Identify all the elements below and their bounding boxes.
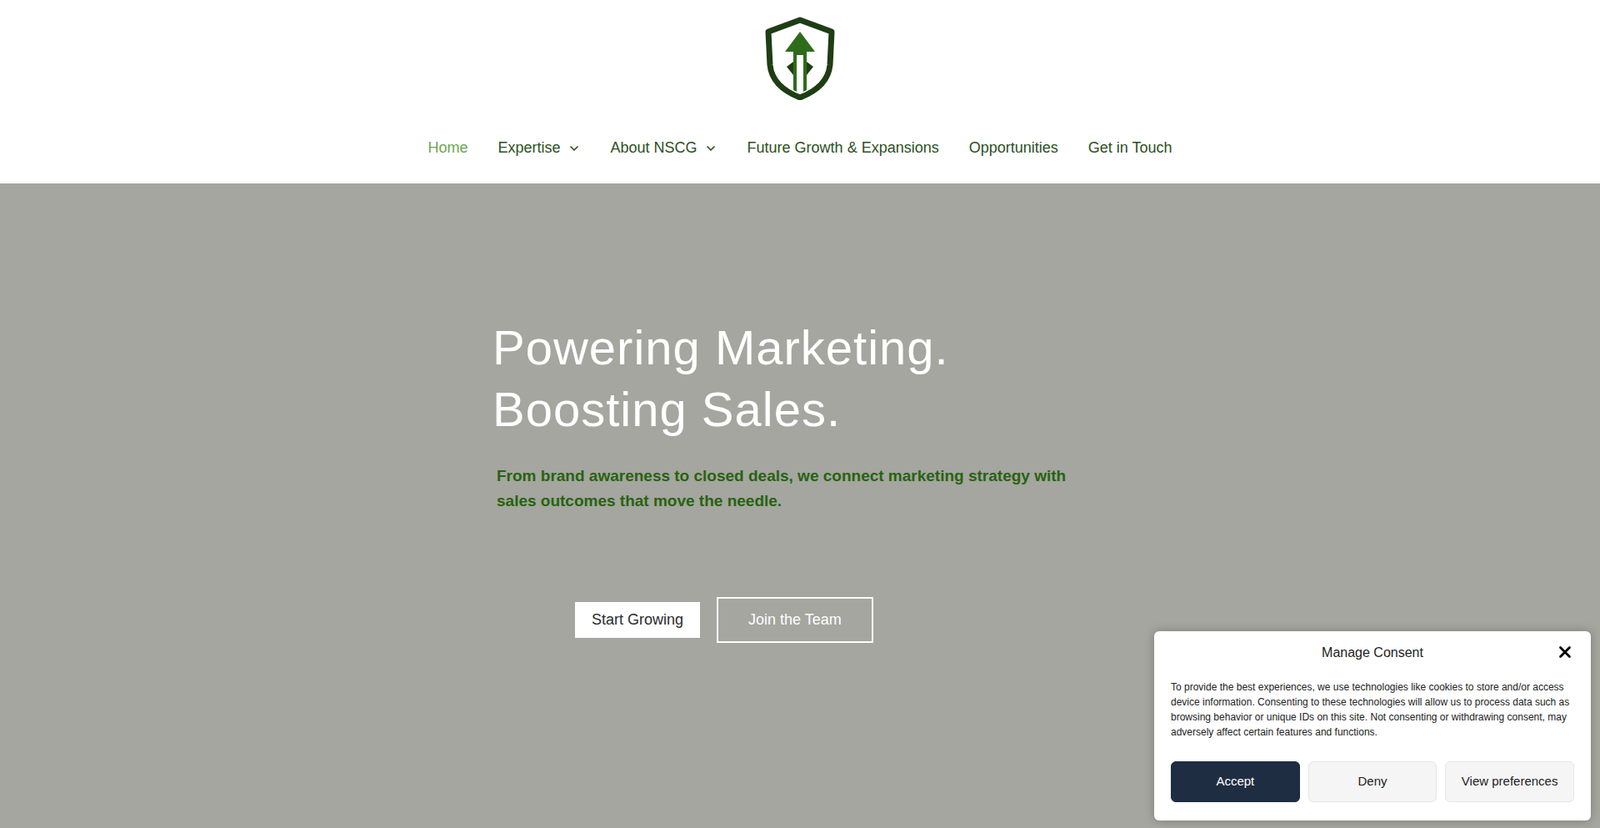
consent-dialog: Manage Consent To provide the best experi…	[1154, 630, 1591, 820]
nav-item[interactable]: About NSCG	[610, 136, 718, 160]
shield-logo-icon[interactable]	[763, 16, 837, 100]
nav-item[interactable]: Opportunities	[969, 136, 1059, 160]
consent-title: Manage Consent	[1321, 642, 1424, 663]
hero-button[interactable]: Join the Team	[716, 596, 874, 643]
nav-item[interactable]: Future Growth & Expansions	[747, 136, 940, 160]
consent-button[interactable]: Deny	[1308, 760, 1438, 802]
chevron-down-icon	[567, 141, 581, 155]
close-button[interactable]	[1555, 642, 1575, 661]
nav-item[interactable]: Get in Touch	[1088, 136, 1173, 160]
hero-title: Powering Marketing.Boosting Sales.	[492, 316, 1108, 440]
site-header: Home Expertise About NSCG Future Growth & E…	[0, 0, 1600, 184]
nav-item[interactable]: Expertise	[498, 136, 581, 160]
consent-button[interactable]: Accept	[1170, 760, 1300, 802]
nav-item[interactable]: Home	[427, 136, 468, 160]
main-nav: Home Expertise About NSCG Future Growth & E…	[427, 136, 1172, 160]
page: Home Expertise About NSCG Future Growth & E…	[0, 0, 1600, 828]
consent-button[interactable]: View preferences	[1445, 760, 1575, 802]
hero-button[interactable]: Start Growing	[575, 601, 700, 638]
chevron-down-icon	[704, 141, 718, 155]
close-icon	[1555, 642, 1575, 661]
hero-subtitle: From brand awareness to closed deals, we…	[496, 463, 1097, 514]
consent-body: To provide the best experiences, we use …	[1170, 679, 1575, 740]
